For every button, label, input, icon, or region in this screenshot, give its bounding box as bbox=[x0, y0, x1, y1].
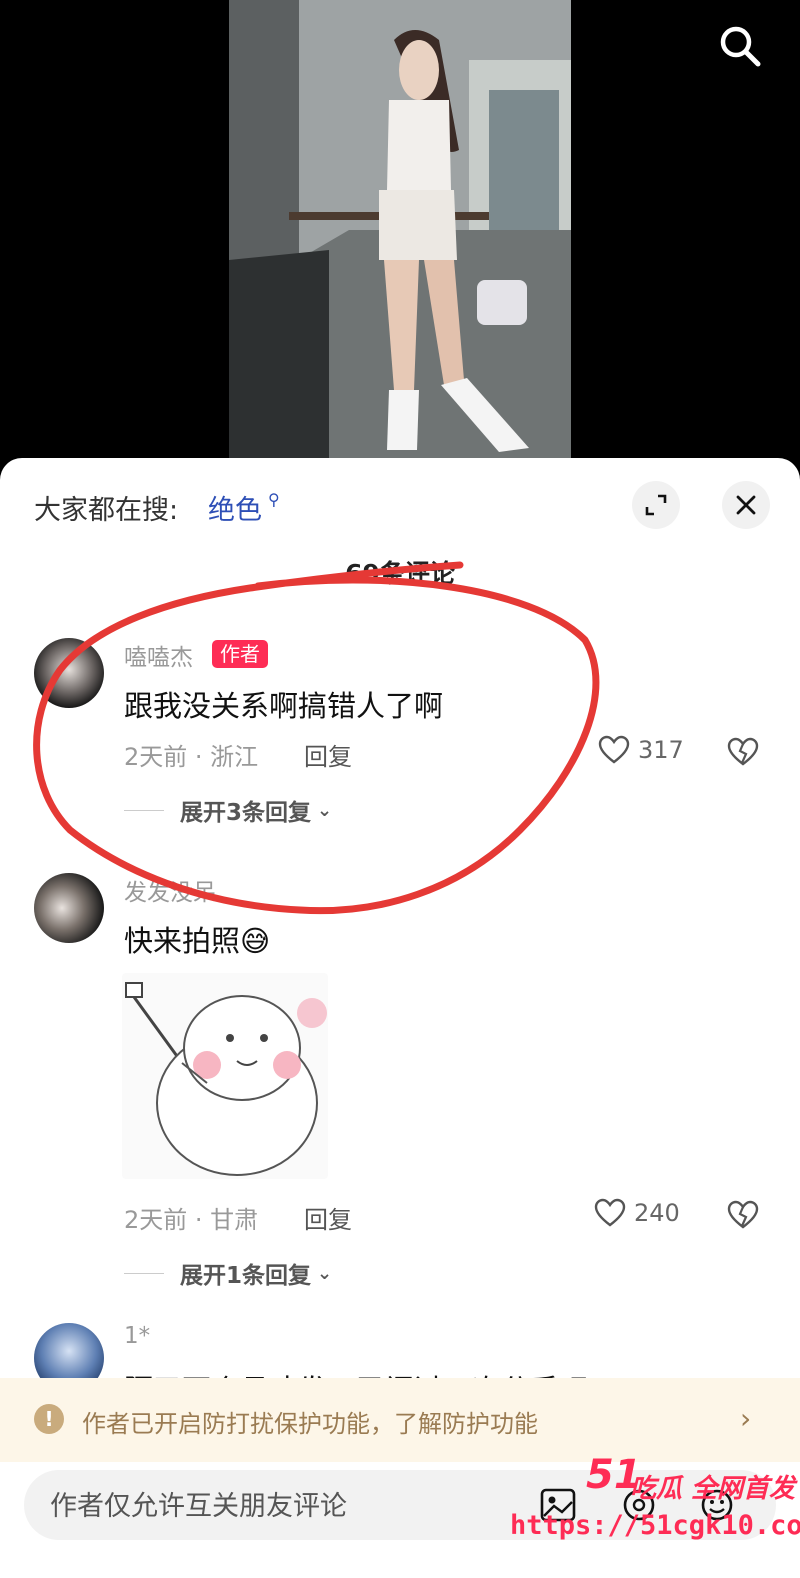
hot-search-term[interactable]: 绝色 bbox=[208, 488, 262, 527]
like-button[interactable]: 240 bbox=[594, 1198, 680, 1228]
chevron-right-icon: › bbox=[740, 1402, 752, 1435]
comment-text: 快来拍照😅 bbox=[124, 924, 271, 958]
comment-count: 69条评论 bbox=[345, 559, 455, 588]
divider bbox=[124, 1272, 164, 1274]
dislike-icon[interactable] bbox=[726, 1200, 760, 1230]
comment-username[interactable]: 嗑嗑杰 bbox=[124, 638, 193, 672]
comment-item: 发发没呆 快来拍照😅 2天前 · 甘肃 回复 240 展开1条回复 ⌄ bbox=[0, 873, 800, 1293]
like-count: 317 bbox=[638, 736, 684, 764]
dislike-icon[interactable] bbox=[726, 737, 760, 767]
heart-icon bbox=[594, 1198, 626, 1227]
expand-replies[interactable]: 展开1条回复 ⌄ bbox=[124, 1256, 332, 1290]
sheet-header: 大家都在搜: 绝色 ⚲ bbox=[0, 458, 800, 558]
close-button[interactable] bbox=[722, 481, 770, 529]
protection-notice[interactable]: ! 作者已开启防打扰保护功能，了解防护功能 › bbox=[0, 1378, 800, 1462]
chevron-down-icon: ⌄ bbox=[317, 799, 333, 821]
comment-item: 嗑嗑杰 作者 跟我没关系啊搞错人了啊 2天前 · 浙江 回复 317 展开3条回… bbox=[0, 633, 800, 826]
comment-username[interactable]: 发发没呆 bbox=[124, 873, 216, 907]
expand-replies-label: 展开3条回复 bbox=[180, 800, 312, 826]
heart-icon bbox=[598, 735, 630, 764]
reply-button[interactable]: 回复 bbox=[304, 1200, 352, 1235]
comment-meta: 2天前 · 浙江 bbox=[124, 743, 259, 771]
sticker-image[interactable] bbox=[122, 973, 328, 1179]
expand-icon bbox=[645, 494, 667, 516]
reply-button[interactable]: 回复 bbox=[304, 737, 352, 772]
video-player[interactable] bbox=[0, 0, 800, 470]
comment-meta: 2天前 · 甘肃 bbox=[124, 1206, 259, 1234]
like-count: 240 bbox=[634, 1199, 680, 1227]
hot-search-prefix: 大家都在搜: bbox=[34, 495, 179, 526]
avatar[interactable] bbox=[34, 1323, 104, 1383]
avatar[interactable] bbox=[34, 873, 104, 943]
sticker-illustration bbox=[125, 982, 327, 1176]
like-button[interactable]: 317 bbox=[598, 735, 684, 765]
hot-search-small-search-icon: ⚲ bbox=[268, 490, 280, 509]
comment-input[interactable] bbox=[48, 1470, 532, 1542]
video-frame bbox=[229, 0, 571, 460]
warning-icon: ! bbox=[34, 1404, 64, 1434]
author-badge: 作者 bbox=[212, 640, 268, 668]
expand-replies-label: 展开1条回复 bbox=[180, 1263, 312, 1289]
notice-text: 作者已开启防打扰保护功能，了解防护功能 bbox=[82, 1410, 538, 1438]
comment-item: 1* 隔了两个月才发，又闪过一次分手吧 bbox=[0, 1323, 800, 1383]
video-scene bbox=[229, 0, 571, 460]
divider bbox=[124, 809, 164, 811]
search-icon[interactable] bbox=[716, 22, 764, 70]
comment-sheet: 大家都在搜: 绝色 ⚲ 69条评论 嗑嗑杰 作者 跟我没关系啊搞错人了啊 2天前… bbox=[0, 458, 800, 1578]
watermark-url: https://51cgk10.com bbox=[510, 1510, 800, 1541]
close-icon bbox=[736, 495, 756, 515]
expand-button[interactable] bbox=[632, 481, 680, 529]
chevron-down-icon: ⌄ bbox=[317, 1262, 333, 1284]
comment-text: 跟我没关系啊搞错人了啊 bbox=[124, 689, 444, 723]
expand-replies[interactable]: 展开3条回复 ⌄ bbox=[124, 793, 332, 827]
avatar[interactable] bbox=[34, 638, 104, 708]
comment-username[interactable]: 1* bbox=[124, 1323, 150, 1349]
watermark-title: 吃瓜 全网首发 bbox=[630, 1474, 796, 1504]
